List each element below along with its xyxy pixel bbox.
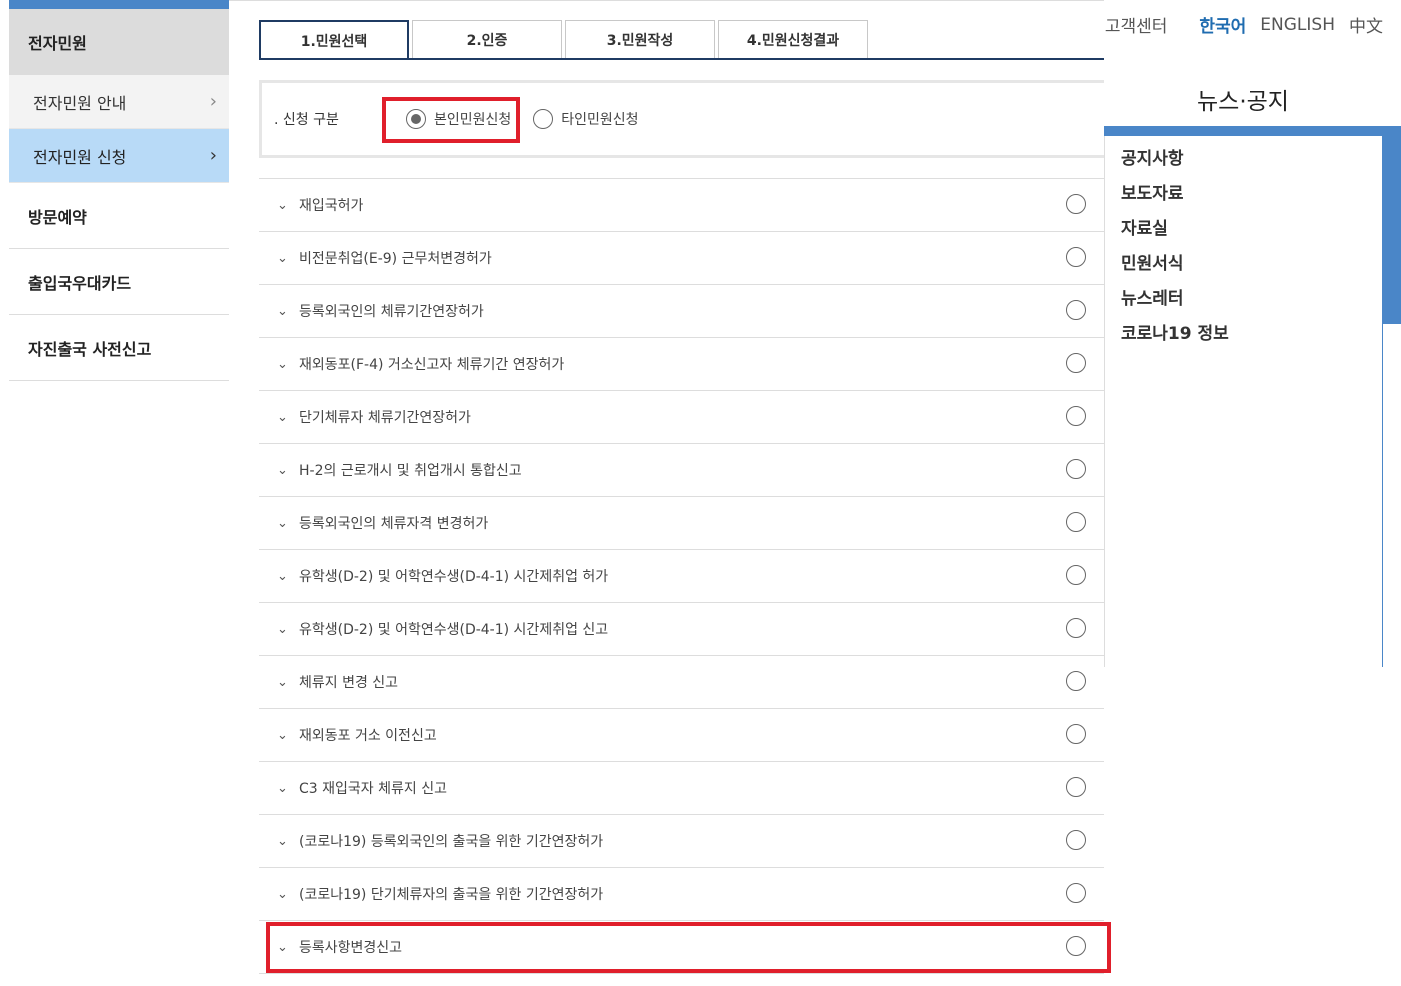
step-tabs: 1.민원선택 2.인증 3.민원작성 4.민원신청결과 (259, 20, 871, 60)
radio-icon[interactable] (1066, 512, 1086, 532)
radio-icon[interactable] (1066, 194, 1086, 214)
news-scroll-thumb[interactable] (1383, 136, 1401, 324)
radio-icon[interactable] (1066, 830, 1086, 850)
sidebar-subitem-label: 전자민원 안내 (33, 93, 127, 113)
list-item[interactable]: ⌄ 등록외국인의 체류자격 변경허가 (259, 497, 1104, 550)
list-item[interactable]: ⌄ 재외동포 거소 이전신고 (259, 709, 1104, 762)
customer-center-link[interactable]: 고객센터 (1105, 12, 1168, 37)
service-label: 단기체류자 체류기간연장허가 (299, 410, 471, 426)
list-item[interactable]: ⌄ 재입국허가 (259, 179, 1104, 232)
chevron-down-icon: ⌄ (277, 833, 288, 849)
top-divider (229, 0, 1104, 1)
service-label: 등록외국인의 체류기간연장허가 (299, 304, 484, 320)
list-item[interactable]: ⌄ 체류지 변경 신고 (259, 656, 1104, 709)
sidebar-item-priority-card[interactable]: 출입국우대카드 (9, 249, 229, 315)
list-item[interactable]: ⌄ 재외동포(F-4) 거소신고자 체류기간 연장허가 (259, 338, 1104, 391)
chevron-down-icon: ⌄ (277, 621, 288, 637)
news-item-notice[interactable]: 공지사항 (1121, 146, 1382, 181)
radio-icon[interactable] (1066, 353, 1086, 373)
sidebar-subitem-label: 전자민원 신청 (33, 147, 127, 167)
tab-step-2[interactable]: 2.인증 (412, 20, 562, 59)
chevron-right-icon: › (209, 91, 217, 112)
highlight-registration-change (266, 922, 1111, 973)
chevron-down-icon: ⌄ (277, 462, 288, 478)
radio-empty-icon[interactable] (533, 109, 554, 129)
news-item-covid[interactable]: 코로나19 정보 (1121, 321, 1382, 356)
radio-icon[interactable] (1066, 565, 1086, 585)
service-label: 재입국허가 (299, 198, 364, 214)
tab-step-3[interactable]: 3.민원작성 (565, 20, 715, 59)
radio-icon[interactable] (1066, 883, 1086, 903)
radio-icon[interactable] (1066, 459, 1086, 479)
news-item-forms[interactable]: 민원서식 (1121, 251, 1382, 286)
service-label: C3 재입국자 체류지 신고 (299, 781, 447, 797)
chevron-down-icon: ⌄ (277, 727, 288, 743)
news-accent-bar (1104, 126, 1401, 136)
chevron-down-icon: ⌄ (277, 197, 288, 213)
news-panel: 공지사항 보도자료 자료실 민원서식 뉴스레터 코로나19 정보 (1104, 136, 1383, 667)
news-item-press[interactable]: 보도자료 (1121, 181, 1382, 216)
service-label: (코로나19) 단기체류자의 출국을 위한 기간연장허가 (299, 887, 604, 903)
sidebar-item-voluntary-departure[interactable]: 자진출국 사전신고 (9, 315, 229, 381)
chevron-down-icon: ⌄ (277, 356, 288, 372)
lang-chinese-link[interactable]: 中文 (1349, 12, 1383, 37)
service-label: 유학생(D-2) 및 어학연수생(D-4-1) 시간제취업 신고 (299, 622, 609, 638)
chevron-down-icon: ⌄ (277, 568, 288, 584)
service-label: 재외동포(F-4) 거소신고자 체류기간 연장허가 (299, 357, 565, 373)
sidebar-subitem-apply[interactable]: 전자민원 신청 › (9, 129, 229, 183)
service-label: 유학생(D-2) 및 어학연수생(D-4-1) 시간제취업 허가 (299, 569, 609, 585)
service-label: H-2의 근로개시 및 취업개시 통합신고 (299, 463, 522, 479)
sidebar-header: 전자민원 (9, 9, 229, 75)
list-item[interactable]: ⌄ 단기체류자 체류기간연장허가 (259, 391, 1104, 444)
service-label: 비전문취업(E-9) 근무처변경허가 (299, 251, 492, 267)
tab-step-4[interactable]: 4.민원신청결과 (718, 20, 868, 59)
service-label: 체류지 변경 신고 (299, 675, 399, 691)
radio-icon[interactable] (1066, 777, 1086, 797)
apply-type-label: . 신청 구분 (274, 112, 339, 128)
news-title: 뉴스·공지 (1197, 89, 1289, 115)
list-item[interactable]: ⌄ H-2의 근로개시 및 취업개시 통합신고 (259, 444, 1104, 497)
radio-label: 타인민원신청 (561, 112, 639, 128)
chevron-down-icon: ⌄ (277, 886, 288, 902)
service-label: (코로나19) 등록외국인의 출국을 위한 기간연장허가 (299, 834, 604, 850)
list-item[interactable]: ⌄ 유학생(D-2) 및 어학연수생(D-4-1) 시간제취업 신고 (259, 603, 1104, 656)
chevron-down-icon: ⌄ (277, 674, 288, 690)
chevron-right-icon: › (209, 145, 217, 166)
radio-icon[interactable] (1066, 406, 1086, 426)
radio-icon[interactable] (1066, 247, 1086, 267)
highlight-self-apply (382, 97, 520, 143)
radio-icon[interactable] (1066, 618, 1086, 638)
lang-korean-link[interactable]: 한국어 (1199, 12, 1246, 37)
service-label: 재외동포 거소 이전신고 (299, 728, 437, 744)
radio-icon[interactable] (1066, 671, 1086, 691)
radio-icon[interactable] (1066, 300, 1086, 320)
sidebar-subitem-guide[interactable]: 전자민원 안내 › (9, 75, 229, 129)
chevron-down-icon: ⌄ (277, 409, 288, 425)
service-list: ⌄ 재입국허가 ⌄ 비전문취업(E-9) 근무처변경허가 ⌄ 등록외국인의 체류기간연… (259, 178, 1104, 974)
chevron-down-icon: ⌄ (277, 780, 288, 796)
radio-other-apply[interactable]: 타인민원신청 (533, 109, 639, 129)
news-item-newsletter[interactable]: 뉴스레터 (1121, 286, 1382, 321)
utility-nav: 고객센터 한국어 ENGLISH 中文 (1091, 12, 1383, 38)
lang-english-link[interactable]: ENGLISH (1260, 15, 1335, 35)
tab-step-1[interactable]: 1.민원선택 (259, 20, 409, 60)
news-item-archive[interactable]: 자료실 (1121, 216, 1382, 251)
left-sidebar: 전자민원 전자민원 안내 › 전자민원 신청 › 방문예약 출입국우대카드 자진… (9, 0, 229, 381)
list-item[interactable]: ⌄ (코로나19) 단기체류자의 출국을 위한 기간연장허가 (259, 868, 1104, 921)
service-label: 등록외국인의 체류자격 변경허가 (299, 516, 489, 532)
sidebar-accent-bar (9, 0, 229, 9)
chevron-down-icon: ⌄ (277, 250, 288, 266)
list-item[interactable]: ⌄ 유학생(D-2) 및 어학연수생(D-4-1) 시간제취업 허가 (259, 550, 1104, 603)
list-item[interactable]: ⌄ (코로나19) 등록외국인의 출국을 위한 기간연장허가 (259, 815, 1104, 868)
tabs-underline (259, 58, 1104, 60)
list-item[interactable]: ⌄ 등록외국인의 체류기간연장허가 (259, 285, 1104, 338)
radio-icon[interactable] (1066, 724, 1086, 744)
chevron-down-icon: ⌄ (277, 515, 288, 531)
chevron-down-icon: ⌄ (277, 303, 288, 319)
sidebar-item-visit-reservation[interactable]: 방문예약 (9, 183, 229, 249)
list-item[interactable]: ⌄ C3 재입국자 체류지 신고 (259, 762, 1104, 815)
list-item[interactable]: ⌄ 비전문취업(E-9) 근무처변경허가 (259, 232, 1104, 285)
